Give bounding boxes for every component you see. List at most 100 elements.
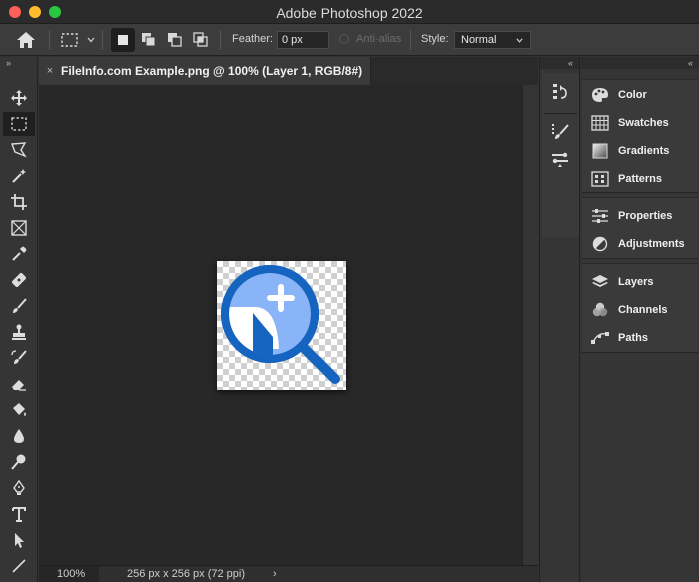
new-selection-button[interactable]: [111, 28, 135, 52]
channels-icon: [592, 302, 608, 317]
panel-tab-paths[interactable]: Paths: [582, 325, 698, 351]
home-icon: [17, 32, 35, 48]
dodge-tool[interactable]: [3, 450, 35, 474]
mid-collapse-toggle[interactable]: «: [540, 57, 579, 69]
panel-tab-label: Properties: [618, 210, 673, 222]
layers-icon: [592, 275, 608, 287]
panel-tab-label: Swatches: [618, 117, 669, 129]
eyedropper-icon: [12, 246, 27, 261]
document-image[interactable]: [217, 261, 346, 390]
panel-tab-patterns[interactable]: Patterns: [582, 166, 698, 192]
canvas-vertical-scrollbar[interactable]: [522, 85, 538, 565]
panel-tab-label: Gradients: [618, 145, 670, 157]
chevron-down-icon: [87, 37, 95, 43]
antialias-checkbox[interactable]: [339, 34, 349, 44]
tool-presets-button[interactable]: [549, 149, 571, 171]
add-selection-icon: [142, 33, 156, 47]
frame-icon: [11, 220, 27, 236]
history-icon: [553, 84, 567, 99]
panel-tab-layers[interactable]: Layers: [582, 269, 698, 295]
tools-panel: »: [0, 57, 38, 582]
panel-tab-adjustments[interactable]: Adjustments: [582, 231, 698, 257]
document-tab-title: FileInfo.com Example.png @ 100% (Layer 1…: [61, 64, 363, 78]
status-menu-arrow[interactable]: ›: [273, 566, 277, 582]
document-tab[interactable]: × FileInfo.com Example.png @ 100% (Layer…: [39, 57, 371, 85]
style-select[interactable]: Normal: [454, 31, 531, 49]
magic-wand-tool[interactable]: [3, 164, 35, 188]
clone-stamp-tool[interactable]: [3, 320, 35, 344]
zoom-level[interactable]: 100%: [39, 566, 99, 582]
frame-tool[interactable]: [3, 216, 35, 240]
eraser-tool[interactable]: [3, 372, 35, 396]
panel-tab-label: Patterns: [618, 173, 663, 185]
paint-bucket-tool[interactable]: [3, 398, 35, 422]
right-panel-dock: « Color Swatches Gradients Patterns Prop…: [581, 57, 699, 582]
patterns-icon: [591, 171, 609, 187]
stamp-icon: [12, 324, 26, 340]
move-tool[interactable]: [3, 86, 35, 110]
brush-icon: [13, 298, 27, 313]
panel-tab-label: Layers: [618, 276, 654, 288]
tools-collapse-toggle[interactable]: »: [0, 57, 37, 69]
dodge-icon: [11, 454, 26, 470]
half-circle-icon: [592, 236, 608, 252]
options-bar: Feather: Anti-alias Style: Normal: [0, 24, 699, 56]
rectangular-marquee-tool[interactable]: [3, 112, 35, 136]
panel-tab-label: Adjustments: [618, 238, 685, 250]
brush-settings-button[interactable]: [549, 121, 571, 143]
crop-icon: [11, 194, 27, 210]
panel-tab-label: Channels: [618, 304, 668, 316]
eyedropper-tool[interactable]: [3, 242, 35, 266]
panel-tab-swatches[interactable]: Swatches: [582, 110, 698, 136]
feather-label: Feather:: [232, 33, 273, 45]
feather-input[interactable]: [277, 31, 329, 49]
window-title: Adobe Photoshop 2022: [276, 5, 423, 21]
history-brush-tool[interactable]: [3, 346, 35, 370]
eraser-icon: [12, 380, 26, 391]
intersect-selection-button[interactable]: [189, 28, 213, 52]
pen-icon: [13, 479, 25, 495]
lasso-tool[interactable]: [3, 138, 35, 162]
intersect-selection-icon: [193, 32, 208, 47]
add-selection-button[interactable]: [137, 28, 161, 52]
panel-tab-channels[interactable]: Channels: [582, 297, 698, 323]
arrow-pointer-icon: [15, 533, 24, 548]
subtract-selection-button[interactable]: [163, 28, 187, 52]
close-tab-icon[interactable]: ×: [39, 65, 61, 77]
history-panel-button[interactable]: [549, 81, 571, 103]
crop-tool[interactable]: [3, 190, 35, 214]
blur-tool[interactable]: [3, 424, 35, 448]
panel-group-properties: Properties Adjustments: [582, 197, 698, 259]
panel-tab-label: Color: [618, 89, 647, 101]
healing-brush-tool[interactable]: [3, 268, 35, 292]
tool-preset-picker[interactable]: [60, 24, 96, 56]
panel-tab-properties[interactable]: Properties: [582, 203, 698, 229]
pen-tool[interactable]: [3, 476, 35, 500]
sliders-icon: [592, 209, 608, 223]
brush-settings-icon: [552, 124, 569, 139]
paths-icon: [591, 332, 609, 344]
panel-tab-gradients[interactable]: Gradients: [582, 138, 698, 164]
panel-group-color: Color Swatches Gradients Patterns: [582, 79, 698, 193]
style-label: Style:: [421, 33, 449, 45]
collapsed-panels-column: «: [539, 57, 580, 582]
document-size-info: 256 px x 256 px (72 ppi): [127, 568, 246, 580]
line-icon: [12, 559, 26, 573]
drop-icon: [14, 429, 24, 443]
swatches-grid-icon: [591, 115, 609, 131]
right-collapse-toggle[interactable]: «: [581, 57, 699, 69]
type-tool[interactable]: [3, 502, 35, 526]
magic-wand-icon: [12, 169, 26, 183]
path-selection-tool[interactable]: [3, 528, 35, 552]
home-button[interactable]: [16, 24, 36, 56]
gradient-icon: [592, 143, 608, 159]
brush-tool[interactable]: [3, 294, 35, 318]
bandage-icon: [12, 273, 26, 287]
panel-group-layers: Layers Channels Paths: [582, 263, 698, 353]
history-brush-icon: [11, 350, 27, 364]
line-tool[interactable]: [3, 554, 35, 578]
panel-tab-color[interactable]: Color: [582, 82, 698, 108]
tool-presets-icon: [552, 152, 568, 167]
subtract-selection-icon: [168, 33, 182, 47]
color-palette-icon: [592, 88, 608, 102]
